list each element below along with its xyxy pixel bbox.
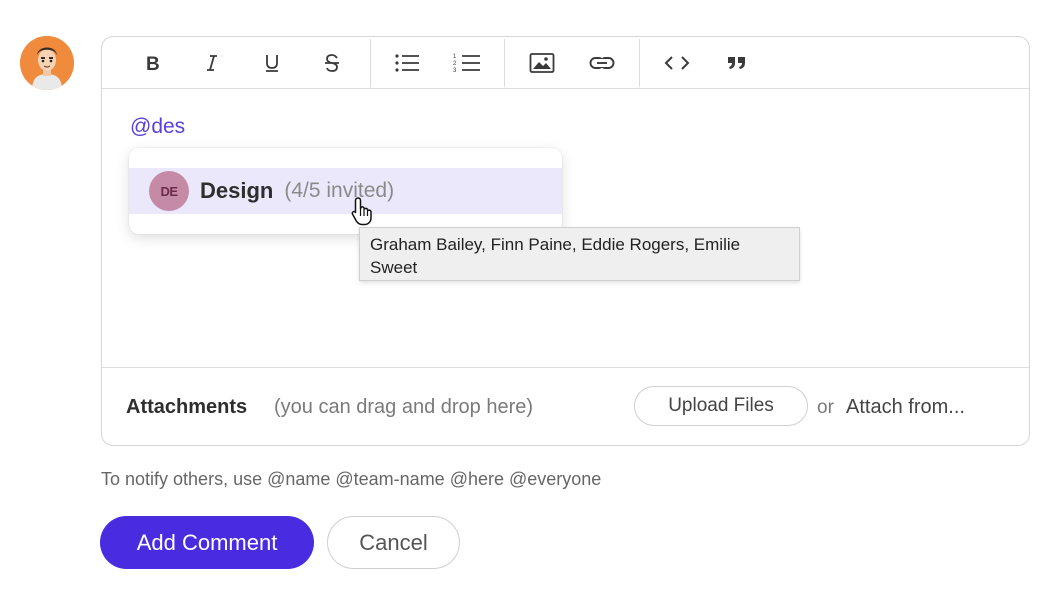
attachments-title: Attachments — [126, 396, 248, 418]
cancel-button[interactable]: Cancel — [327, 516, 460, 569]
quote-icon — [728, 57, 745, 69]
link-button[interactable] — [586, 47, 618, 79]
add-comment-button[interactable]: Add Comment — [100, 516, 314, 569]
quote-button[interactable] — [721, 47, 753, 79]
strikethrough-icon — [325, 54, 339, 72]
or-label: or — [817, 397, 834, 418]
upload-files-button[interactable]: Upload Files — [634, 386, 808, 426]
code-icon — [664, 56, 690, 70]
numbered-list-icon: 123 — [453, 54, 480, 74]
mention-suggestion-item[interactable]: DE Design (4/5 invited) — [129, 168, 562, 214]
toolbar-divider — [370, 39, 371, 87]
image-button[interactable] — [526, 47, 558, 79]
user-avatar — [20, 36, 74, 90]
comment-editor: B 123 @des DE Design (4/5 invited) Graha… — [101, 36, 1030, 446]
team-invite-count: (4/5 invited) — [284, 179, 395, 202]
user-avatar-icon — [20, 36, 74, 90]
hand-pointer-cursor-icon — [351, 197, 372, 226]
svg-text:1: 1 — [453, 54, 457, 60]
mention-suggestions-popup: DE Design (4/5 invited) — [129, 148, 562, 234]
image-icon — [529, 53, 555, 73]
underline-button[interactable] — [256, 47, 288, 79]
bold-icon: B — [146, 54, 160, 73]
link-icon — [589, 57, 615, 69]
svg-text:3: 3 — [453, 68, 457, 74]
svg-text:2: 2 — [453, 61, 457, 67]
attachments-bar: Attachments (you can drag and drop here)… — [102, 367, 1029, 445]
toolbar-divider — [504, 39, 505, 87]
numbered-list-button[interactable]: 123 — [451, 47, 483, 79]
italic-icon — [207, 55, 217, 71]
attach-from-link[interactable]: Attach from... — [846, 396, 965, 419]
bold-button[interactable]: B — [136, 47, 168, 79]
underline-icon — [266, 55, 278, 72]
team-name: Design — [200, 178, 274, 203]
italic-button[interactable] — [196, 47, 228, 79]
team-members-tooltip: Graham Bailey, Finn Paine, Eddie Rogers,… — [359, 227, 800, 281]
toolbar-divider — [639, 39, 640, 87]
notify-hint: To notify others, use @name @team-name @… — [101, 469, 602, 489]
formatting-toolbar: B 123 — [102, 37, 1029, 89]
attachments-hint: (you can drag and drop here) — [274, 396, 534, 418]
strikethrough-button[interactable] — [316, 47, 348, 79]
team-badge: DE — [149, 171, 189, 211]
bulleted-list-button[interactable] — [391, 47, 423, 79]
svg-text:B: B — [146, 54, 160, 73]
bulleted-list-icon — [395, 54, 419, 72]
editor-content[interactable]: @des — [130, 115, 185, 139]
code-button[interactable] — [661, 47, 693, 79]
